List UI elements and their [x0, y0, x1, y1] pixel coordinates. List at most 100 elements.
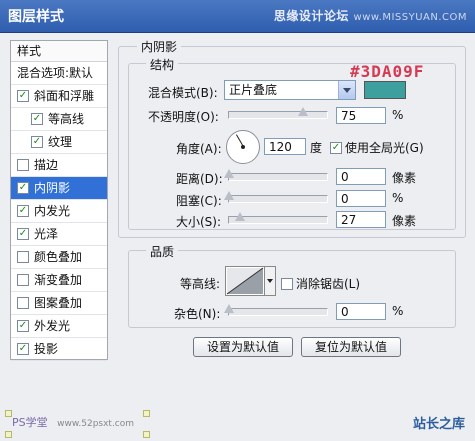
- watermark-corner-mark: [5, 410, 12, 417]
- style-item-label: 外发光: [34, 319, 71, 333]
- global-light-checkbox[interactable]: ✓: [330, 142, 342, 154]
- noise-field[interactable]: 0: [336, 303, 386, 320]
- site-watermark: 思缘设计论坛 www.MISSYUAN.COM: [274, 7, 467, 24]
- style-item-checkbox[interactable]: ✓: [31, 112, 43, 125]
- style-item-label: 渐变叠加: [34, 273, 83, 287]
- hex-annotation: #3DA09F: [350, 62, 425, 81]
- distance-slider-thumb[interactable]: [224, 169, 234, 178]
- style-item[interactable]: 混合选项:默认: [11, 62, 107, 85]
- style-item[interactable]: 描边: [11, 154, 107, 177]
- style-item[interactable]: 颜色叠加: [11, 246, 107, 269]
- style-item[interactable]: ✓ 内阴影: [11, 177, 107, 200]
- shadow-color-swatch[interactable]: [364, 81, 406, 99]
- style-item-label: 投影: [34, 342, 59, 356]
- zhanzhang-watermark: 站长之库: [412, 417, 465, 432]
- structure-title: 结构: [146, 56, 179, 73]
- style-item-checkbox[interactable]: ✓: [17, 89, 29, 102]
- opacity-slider[interactable]: [228, 107, 328, 119]
- style-item[interactable]: ✓ 斜面和浮雕: [11, 85, 107, 108]
- global-light-label[interactable]: 使用全局光(G): [345, 139, 424, 156]
- antialias-label[interactable]: 消除锯齿(L): [296, 275, 360, 292]
- style-item-label: 内阴影: [34, 181, 71, 195]
- blend-mode-select[interactable]: 正片叠底: [224, 80, 356, 100]
- contour-dropdown-button[interactable]: [265, 266, 276, 296]
- style-item[interactable]: 图案叠加: [11, 292, 107, 315]
- ps-school-watermark: PS学堂 www.52psxt.com: [12, 414, 134, 430]
- inner-shadow-title: 内阴影: [137, 38, 182, 55]
- contour-curve-icon: [226, 267, 264, 295]
- size-label: 大小(S):: [176, 215, 222, 229]
- distance-unit: 像素: [392, 171, 417, 185]
- style-item-label: 描边: [34, 158, 59, 172]
- style-item[interactable]: ✓ 投影: [11, 338, 107, 361]
- style-item-checkbox[interactable]: [17, 250, 29, 263]
- window-title: 图层样式: [8, 9, 64, 25]
- style-item-checkbox[interactable]: ✓: [17, 342, 29, 355]
- noise-slider[interactable]: [224, 304, 328, 316]
- noise-slider-thumb[interactable]: [224, 304, 234, 313]
- size-slider-thumb[interactable]: [234, 212, 245, 221]
- size-field[interactable]: 27: [336, 211, 386, 228]
- distance-label: 距离(D):: [176, 172, 223, 186]
- blend-mode-label: 混合模式(B):: [148, 86, 218, 100]
- title-bar: 图层样式 思缘设计论坛 www.MISSYUAN.COM: [0, 0, 475, 33]
- set-default-button[interactable]: 设置为默认值: [193, 337, 293, 357]
- blend-mode-value: 正片叠底: [229, 83, 278, 97]
- style-item-label: 光泽: [34, 227, 59, 241]
- style-item-checkbox[interactable]: [17, 158, 29, 171]
- distance-slider[interactable]: [224, 169, 328, 181]
- style-item-label: 颜色叠加: [34, 250, 83, 264]
- angle-center-dot: [241, 145, 245, 149]
- style-list-header[interactable]: 样式: [11, 41, 107, 62]
- noise-unit: %: [392, 304, 404, 318]
- angle-field[interactable]: 120: [264, 138, 306, 155]
- choke-field[interactable]: 0: [336, 190, 386, 207]
- style-item[interactable]: ✓ 内发光: [11, 200, 107, 223]
- size-unit: 像素: [392, 214, 417, 228]
- style-item-label: 图案叠加: [34, 296, 83, 310]
- style-item-checkbox[interactable]: ✓: [17, 319, 29, 332]
- opacity-field[interactable]: 75: [336, 107, 386, 124]
- noise-label: 杂色(N):: [174, 307, 221, 321]
- angle-label: 角度(A):: [176, 142, 222, 156]
- opacity-unit: %: [392, 108, 404, 122]
- style-item-checkbox[interactable]: [17, 273, 29, 286]
- style-item-checkbox[interactable]: ✓: [17, 204, 29, 217]
- style-item-checkbox[interactable]: [17, 296, 29, 309]
- style-item[interactable]: 渐变叠加: [11, 269, 107, 292]
- choke-slider-thumb[interactable]: [224, 191, 234, 200]
- watermark-corner-mark: [5, 431, 12, 438]
- antialias-checkbox[interactable]: [281, 278, 293, 290]
- style-list: 样式 混合选项:默认 ✓ 斜面和浮雕 ✓ 等高线 ✓ 纹理描边 ✓ 内阴影 ✓ 内发光 ✓ 光泽颜色叠加…: [10, 40, 108, 361]
- ps-school-url: www.52psxt.com: [57, 419, 135, 429]
- choke-slider[interactable]: [224, 191, 328, 203]
- opacity-slider-thumb[interactable]: [297, 107, 308, 116]
- style-item-label: 纹理: [48, 135, 73, 149]
- style-item-checkbox[interactable]: ✓: [17, 181, 29, 194]
- ps-school-brand: PS学堂: [12, 416, 48, 429]
- choke-unit: %: [392, 191, 404, 205]
- chevron-down-icon[interactable]: [338, 81, 355, 99]
- contour-picker[interactable]: [225, 266, 265, 296]
- distance-field[interactable]: 0: [336, 168, 386, 185]
- style-item-checkbox[interactable]: ✓: [31, 135, 43, 148]
- style-item-label: 等高线: [48, 112, 85, 126]
- angle-dial[interactable]: [226, 130, 260, 164]
- style-item-label: 斜面和浮雕: [34, 89, 95, 103]
- site-name: 思缘设计论坛: [273, 9, 349, 23]
- style-item[interactable]: ✓ 外发光: [11, 315, 107, 338]
- style-item[interactable]: ✓ 等高线: [11, 108, 107, 131]
- angle-unit: 度: [310, 141, 323, 155]
- reset-default-button[interactable]: 复位为默认值: [301, 337, 401, 357]
- opacity-label: 不透明度(O):: [148, 110, 219, 124]
- style-item-checkbox[interactable]: ✓: [17, 227, 29, 240]
- contour-label: 等高线:: [180, 277, 221, 291]
- style-item-label: 内发光: [34, 204, 71, 218]
- site-domain: www.MISSYUAN.COM: [353, 12, 467, 23]
- style-item[interactable]: ✓ 光泽: [11, 223, 107, 246]
- style-item-label: 混合选项:默认: [17, 66, 94, 80]
- style-item[interactable]: ✓ 纹理: [11, 131, 107, 154]
- watermark-corner-mark: [143, 410, 150, 417]
- size-slider[interactable]: [228, 212, 328, 224]
- watermark-corner-mark: [143, 431, 150, 438]
